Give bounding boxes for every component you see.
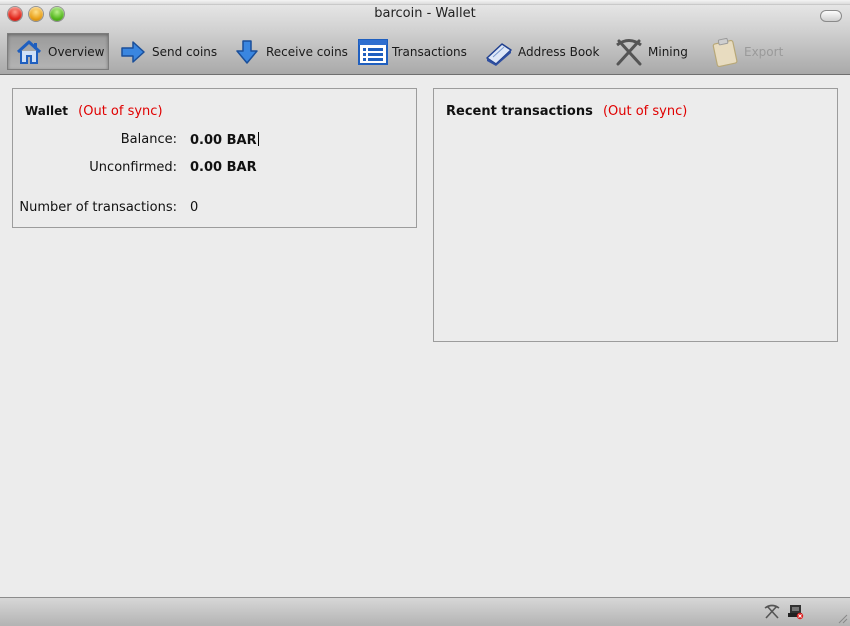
home-icon: [14, 37, 44, 67]
clipboard-icon: [710, 37, 740, 67]
pickaxe-icon: [614, 37, 644, 67]
arrow-down-icon: [232, 37, 262, 67]
toolbar-mining[interactable]: Mining: [614, 33, 688, 70]
top-strip: [0, 0, 850, 5]
tx-count-value[interactable]: 0: [190, 200, 198, 215]
toolbar-overview-label: Overview: [48, 44, 105, 59]
tx-count-row: Number of transactions: 0: [13, 200, 413, 218]
status-bar: [0, 597, 850, 626]
wallet-title: Wallet: [25, 104, 69, 118]
toolbar-send-coins-label: Send coins: [152, 44, 218, 59]
toolbar-address-book-label: Address Book: [518, 44, 600, 59]
book-icon: [484, 37, 514, 67]
title-bar[interactable]: barcoin - Wallet: [0, 0, 850, 28]
recent-transactions-panel: Recent transactions (Out of sync): [433, 88, 838, 342]
list-icon: [358, 37, 388, 67]
unconfirmed-row: Unconfirmed: 0.00 BAR: [13, 160, 413, 178]
toolbar: Overview Send coins Receive coins Transa…: [0, 28, 850, 75]
wallet-header: Wallet (Out of sync): [25, 104, 163, 119]
resize-grip-icon[interactable]: [836, 612, 848, 624]
text-caret: [257, 132, 259, 146]
toolbar-receive-coins[interactable]: Receive coins: [232, 33, 348, 70]
toolbar-address-book[interactable]: Address Book: [484, 33, 599, 70]
unconfirmed-label: Unconfirmed:: [89, 160, 177, 175]
balance-value[interactable]: 0.00 BAR: [190, 133, 257, 148]
mining-status-icon[interactable]: [764, 604, 780, 620]
main-content: Wallet (Out of sync) Balance: 0.00 BAR U…: [0, 75, 850, 597]
toolbar-send-coins[interactable]: Send coins: [118, 33, 217, 70]
toolbar-overview[interactable]: Overview: [7, 33, 109, 70]
arrow-right-icon: [118, 37, 148, 67]
toolbar-export-label: Export: [744, 44, 784, 59]
balance-row: Balance: 0.00 BAR: [13, 132, 413, 150]
window-title: barcoin - Wallet: [374, 6, 476, 21]
connection-status-icon[interactable]: [788, 604, 804, 620]
toolbar-transactions[interactable]: Transactions: [358, 33, 467, 70]
toolbar-toggle-button[interactable]: [820, 10, 842, 22]
balance-value-wrap[interactable]: 0.00 BAR: [190, 132, 259, 148]
toolbar-export[interactable]: Export: [710, 33, 783, 70]
recent-header: Recent transactions (Out of sync): [446, 104, 687, 119]
wallet-sync-status: (Out of sync): [78, 104, 163, 119]
balance-label: Balance:: [120, 132, 177, 147]
recent-title: Recent transactions: [446, 104, 593, 119]
tx-count-label: Number of transactions:: [19, 200, 177, 215]
unconfirmed-value[interactable]: 0.00 BAR: [190, 160, 257, 175]
app-window: barcoin - Wallet Overview Send coins Rec…: [0, 0, 850, 626]
toolbar-transactions-label: Transactions: [392, 44, 467, 59]
wallet-panel: Wallet (Out of sync) Balance: 0.00 BAR U…: [12, 88, 417, 228]
toolbar-receive-coins-label: Receive coins: [266, 44, 348, 59]
toolbar-mining-label: Mining: [648, 44, 688, 59]
recent-sync-status: (Out of sync): [602, 104, 688, 119]
